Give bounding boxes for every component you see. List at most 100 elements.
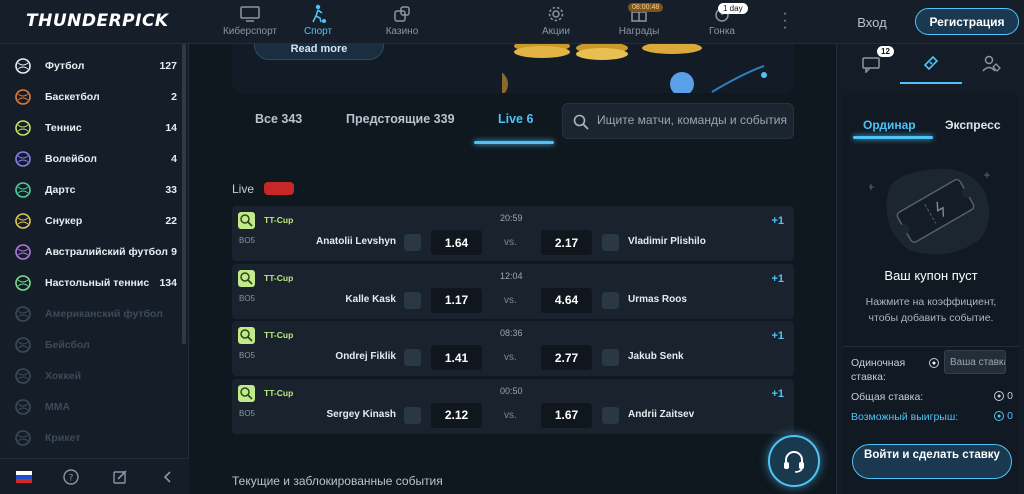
edit-icon[interactable] <box>112 469 128 485</box>
sidebar-item-sport[interactable]: Хоккей <box>0 360 182 391</box>
match-card[interactable]: TT-Cup BO5 12:04 +1 Kalle Kask 1.17 vs. 4.64 Urm… <box>232 263 794 319</box>
sidebar-footer: ? <box>0 458 189 494</box>
match-card[interactable]: TT-Cup BO5 08:36 +1 Ondrej Fiklik 1.41 vs. 2.77… <box>232 321 794 376</box>
home-odd-button[interactable]: 1.64 <box>431 230 482 255</box>
search-icon <box>573 114 589 130</box>
match-card[interactable]: TT-Cup BO5 00:50 +1 Sergey Kinash 2.12 vs. 1.67… <box>232 378 794 434</box>
sidebar-item-sport[interactable]: Футбол 127 <box>0 50 182 81</box>
sidebar-item-sport[interactable]: Волейбол 4 <box>0 143 182 174</box>
russian-flag-icon[interactable] <box>16 471 32 483</box>
sidebar-item-label: Дартс <box>45 183 76 196</box>
main-content: Read more Все 343 Предстоящие 339 Live 6… <box>190 44 835 494</box>
nav-race[interactable]: 1 day Гонка <box>702 3 748 40</box>
gear-icon <box>545 4 567 24</box>
sidebar-item-sport[interactable]: Крикет <box>0 422 182 453</box>
svg-text:?: ? <box>69 474 74 484</box>
dice-icon <box>391 4 413 24</box>
sidebar-item-sport[interactable]: Австралийский футбол 9 <box>0 236 182 267</box>
home-odd-button[interactable]: 2.12 <box>431 402 482 428</box>
away-odd-button[interactable]: 2.17 <box>541 230 592 255</box>
chat-icon <box>862 57 880 73</box>
home-player-avatar-icon <box>404 234 421 251</box>
basketball-icon <box>15 88 31 105</box>
home-player: Anatolii Levshyn <box>315 236 396 247</box>
sidebar-item-sport[interactable]: MMA <box>0 391 182 422</box>
more-menu-icon[interactable]: · · · <box>781 6 789 36</box>
sidebar-item-label: Баскетбол <box>45 90 100 103</box>
collapse-chevron-icon[interactable] <box>160 469 176 485</box>
more-markets-button[interactable]: +1 <box>771 388 784 400</box>
nav-promotions[interactable]: Акции <box>536 4 576 40</box>
user-bets-icon <box>982 55 1001 72</box>
nav-rewards[interactable]: 08:00:48 Награды <box>616 3 664 40</box>
tab-single[interactable]: Ординар <box>863 118 916 132</box>
nav-esports-label: Киберспорт <box>222 26 278 37</box>
sidebar-item-sport[interactable]: Теннис 14 <box>0 112 182 143</box>
tab-my-bets[interactable] <box>961 44 1023 84</box>
promo-banner[interactable]: Read more <box>232 44 794 93</box>
possible-win-label: Возможный выигрыш: <box>851 411 959 423</box>
match-time: 20:59 <box>500 213 523 223</box>
betslip-panel: 12 Ординар Экспресс Ваш купон пуст Нажми… <box>836 44 1024 494</box>
versus-label: vs. <box>504 352 517 363</box>
home-player-avatar-icon <box>404 291 421 309</box>
table-tennis-icon <box>238 269 255 287</box>
tab-live[interactable]: Live 6 <box>498 112 533 126</box>
more-markets-button[interactable]: +1 <box>771 215 784 227</box>
away-odd-button[interactable]: 4.64 <box>541 287 592 313</box>
baseball-icon <box>15 336 31 353</box>
sidebar-item-sport[interactable]: Баскетбол 2 <box>0 81 182 112</box>
tab-express[interactable]: Экспресс <box>945 118 1001 132</box>
sidebar-item-sport[interactable]: Американский футбол <box>0 298 182 329</box>
sidebar-item-count: 127 <box>159 59 177 72</box>
sidebar-item-count: 33 <box>165 183 177 196</box>
nav-sport[interactable]: Спорт <box>296 4 340 40</box>
banner-read-more-button[interactable]: Read more <box>254 44 384 60</box>
search-input[interactable] <box>597 113 787 127</box>
sidebar-item-sport[interactable]: Дартс 33 <box>0 174 182 205</box>
more-markets-button[interactable]: +1 <box>771 273 784 285</box>
login-button[interactable]: Вход <box>846 10 898 34</box>
match-league[interactable]: TT-Cup <box>264 215 293 225</box>
sidebar-item-label: Волейбол <box>45 152 97 165</box>
match-league[interactable]: TT-Cup <box>264 273 293 283</box>
home-player: Kalle Kask <box>345 293 396 305</box>
support-chat-button[interactable] <box>768 435 820 487</box>
login-and-bet-button[interactable]: Войти и сделать ставку <box>852 444 1012 479</box>
sidebar-scrollbar[interactable] <box>182 44 186 344</box>
coin-icon: ● <box>994 411 1005 421</box>
nav-sport-label: Спорт <box>303 26 333 37</box>
home-odd-button[interactable]: 1.41 <box>431 345 482 370</box>
sidebar-item-label: Настольный теннис <box>45 276 150 289</box>
nav-esports[interactable]: Киберспорт <box>222 4 278 40</box>
away-odd-button[interactable]: 2.77 <box>541 345 592 370</box>
search-box[interactable] <box>562 103 794 139</box>
nav-casino[interactable]: Казино <box>380 4 424 40</box>
home-odd-button[interactable]: 1.17 <box>431 287 482 313</box>
match-league[interactable]: TT-Cup <box>264 388 293 398</box>
nav-promotions-label: Акции <box>542 26 570 37</box>
logo[interactable]: THUNDERPICK <box>26 11 169 31</box>
sidebar-item-count: 14 <box>165 121 177 134</box>
coin-icon: ● <box>929 358 939 368</box>
away-player: Andrii Zaitsev <box>628 408 695 420</box>
table-tennis-icon <box>238 212 255 229</box>
tab-upcoming[interactable]: Предстоящие 339 <box>346 112 455 126</box>
away-odd-button[interactable]: 1.67 <box>541 402 592 428</box>
tab-messages[interactable]: 12 <box>841 44 903 84</box>
register-button[interactable]: Регистрация <box>915 8 1019 35</box>
sidebar-item-sport[interactable]: Бейсбол <box>0 329 182 360</box>
tab-all[interactable]: Все 343 <box>255 112 302 126</box>
soccer-player-icon <box>307 4 329 24</box>
sidebar-item-label: Бейсбол <box>45 338 90 351</box>
sidebar-item-sport[interactable]: Снукер 22 <box>0 205 182 236</box>
stake-input[interactable] <box>944 350 1006 374</box>
sidebar-item-sport[interactable]: Настольный теннис 134 <box>0 267 182 298</box>
more-markets-button[interactable]: +1 <box>771 330 784 342</box>
tab-betslip[interactable] <box>900 44 962 84</box>
away-player: Urmas Roos <box>628 293 687 305</box>
match-time: 12:04 <box>500 270 523 281</box>
match-card[interactable]: TT-Cup BO5 20:59 +1 Anatolii Levshyn 1.64 vs. 2… <box>232 206 794 261</box>
help-icon[interactable]: ? <box>63 469 79 485</box>
match-league[interactable]: TT-Cup <box>264 330 293 340</box>
